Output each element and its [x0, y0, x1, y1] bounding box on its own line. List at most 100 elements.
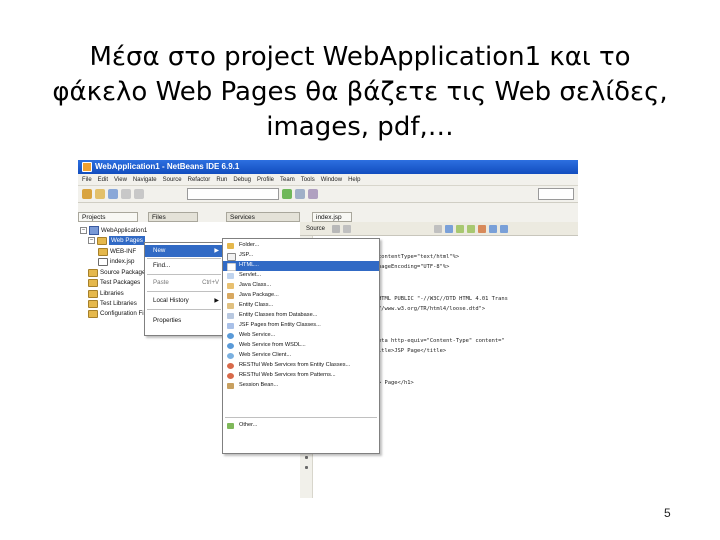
tree-item[interactable]: WEB-INF	[98, 247, 136, 256]
globe-icon	[227, 353, 234, 359]
tree-item[interactable]: index.jsp	[98, 257, 134, 266]
menu-view[interactable]: View	[114, 177, 127, 183]
new-java-package-item[interactable]: Java Package...	[223, 291, 379, 301]
code-line: //www.w3.org/TR/html4/loose.dtd">	[378, 306, 486, 312]
new-html-item[interactable]: HTML...	[223, 261, 379, 271]
new-session-bean-item[interactable]: Session Bean...	[223, 381, 379, 391]
context-menu-local-history[interactable]: Local History ▶	[145, 295, 223, 307]
tab-services[interactable]: Services	[226, 212, 300, 222]
source-view-tab[interactable]: Source	[306, 226, 325, 232]
new-java-class-item[interactable]: Java Class...	[223, 281, 379, 291]
start-macro-icon[interactable]	[478, 224, 487, 233]
menu-edit[interactable]: Edit	[98, 177, 108, 183]
title-line-1: Μέσα στο project WebApplication1 και το	[89, 42, 631, 72]
configuration-combo[interactable]	[187, 188, 279, 200]
servlet-icon	[227, 273, 234, 279]
new-project-icon[interactable]	[82, 189, 92, 199]
new-other-item[interactable]: Other...	[223, 421, 379, 431]
slide-title: Μέσα στο project WebApplication1 και το …	[0, 40, 720, 145]
menu-separator	[147, 291, 221, 292]
panel-tab-row: Projects Files Services index.jsp	[78, 212, 578, 222]
menu-tools[interactable]: Tools	[301, 177, 315, 183]
new-jsf-pages-item[interactable]: JSF Pages from Entity Classes...	[223, 321, 379, 331]
folder-icon	[88, 268, 98, 277]
menu-file[interactable]: File	[82, 177, 92, 183]
debug-icon[interactable]	[295, 189, 305, 199]
folder-icon	[88, 299, 98, 308]
new-restful-patterns-item[interactable]: RESTful Web Services from Patterns...	[223, 371, 379, 381]
globe-icon	[227, 333, 234, 339]
rest-service-icon	[227, 373, 234, 379]
menu-separator	[147, 274, 221, 275]
context-menu-properties[interactable]: Properties	[145, 315, 223, 327]
code-line: pageEncoding="UTF-8"%>	[378, 264, 450, 270]
new-ws-client-item[interactable]: Web Service Client...	[223, 351, 379, 361]
submenu-arrow-icon: ▶	[214, 248, 219, 254]
folder-icon	[88, 289, 98, 298]
rest-service-icon	[227, 363, 234, 369]
code-line: eta http-equiv="Content-Type" content="	[378, 338, 505, 344]
tree-item[interactable]: Libraries	[88, 289, 124, 298]
tab-index-jsp[interactable]: index.jsp	[312, 212, 352, 222]
globe-icon	[227, 343, 234, 349]
menu-navigate[interactable]: Navigate	[133, 177, 157, 183]
new-web-service-item[interactable]: Web Service...	[223, 331, 379, 341]
menu-team[interactable]: Team	[280, 177, 295, 183]
open-project-icon[interactable]	[95, 189, 105, 199]
profile-icon[interactable]	[308, 189, 318, 199]
undo-icon[interactable]	[121, 189, 131, 199]
tree-item[interactable]: Test Libraries	[88, 299, 137, 308]
other-wizard-icon	[227, 423, 234, 429]
new-jsp-item[interactable]: JSP...	[223, 251, 379, 261]
entity-class-icon	[227, 303, 234, 309]
menu-run[interactable]: Run	[216, 177, 227, 183]
folder-icon	[98, 247, 108, 256]
menu-help[interactable]: Help	[348, 177, 360, 183]
new-servlet-item[interactable]: Servlet...	[223, 271, 379, 281]
tree-item-project[interactable]: – WebApplication1	[80, 226, 147, 235]
menu-separator	[147, 258, 221, 259]
menu-source[interactable]: Source	[163, 177, 182, 183]
new-folder-item[interactable]: Folder...	[223, 241, 379, 251]
tab-files[interactable]: Files	[148, 212, 198, 222]
menu-profile[interactable]: Profile	[257, 177, 274, 183]
context-menu-new[interactable]: New ▶	[145, 245, 223, 257]
comment-icon[interactable]	[489, 224, 498, 233]
menu-debug[interactable]: Debug	[233, 177, 251, 183]
history-icon[interactable]	[332, 224, 341, 233]
fold-marker[interactable]	[305, 466, 308, 469]
window-title: WebApplication1 - NetBeans IDE 6.9.1	[95, 162, 240, 171]
collapse-icon[interactable]: –	[80, 227, 87, 234]
tree-item[interactable]: Source Packages	[88, 268, 149, 277]
folder-icon	[97, 236, 107, 245]
tree-item-web-pages[interactable]: – Web Pages	[88, 236, 145, 245]
fold-marker[interactable]	[305, 456, 308, 459]
context-menu-paste[interactable]: Paste Ctrl+V	[145, 277, 223, 289]
back-icon[interactable]	[343, 224, 352, 233]
new-entity-from-db-item[interactable]: Entity Classes from Database...	[223, 311, 379, 321]
tree-item[interactable]: Configuration Files	[88, 309, 152, 318]
code-line: contentType="text/html"%>	[378, 254, 460, 260]
menu-window[interactable]: Window	[321, 177, 342, 183]
netbeans-app-icon	[82, 162, 92, 172]
shift-left-icon[interactable]	[456, 224, 465, 233]
web-project-icon	[89, 226, 99, 235]
find-icon[interactable]	[434, 224, 443, 233]
search-input[interactable]	[538, 188, 574, 200]
shift-right-icon[interactable]	[467, 224, 476, 233]
collapse-icon[interactable]: –	[88, 237, 95, 244]
context-menu: New ▶ Find... Paste Ctrl+V Local History ▶ …	[144, 242, 224, 336]
context-menu-find[interactable]: Find...	[145, 260, 223, 272]
redo-icon[interactable]	[134, 189, 144, 199]
java-class-icon	[227, 283, 234, 289]
new-restful-entity-item[interactable]: RESTful Web Services from Entity Classes…	[223, 361, 379, 371]
toggle-bookmark-icon[interactable]	[445, 224, 454, 233]
tree-item[interactable]: Test Packages	[88, 278, 140, 287]
new-entity-class-item[interactable]: Entity Class...	[223, 301, 379, 311]
save-all-icon[interactable]	[108, 189, 118, 199]
uncomment-icon[interactable]	[500, 224, 509, 233]
tab-projects[interactable]: Projects	[78, 212, 138, 222]
menu-refactor[interactable]: Refactor	[188, 177, 211, 183]
new-ws-from-wsdl-item[interactable]: Web Service from WSDL...	[223, 341, 379, 351]
run-icon[interactable]	[282, 189, 292, 199]
